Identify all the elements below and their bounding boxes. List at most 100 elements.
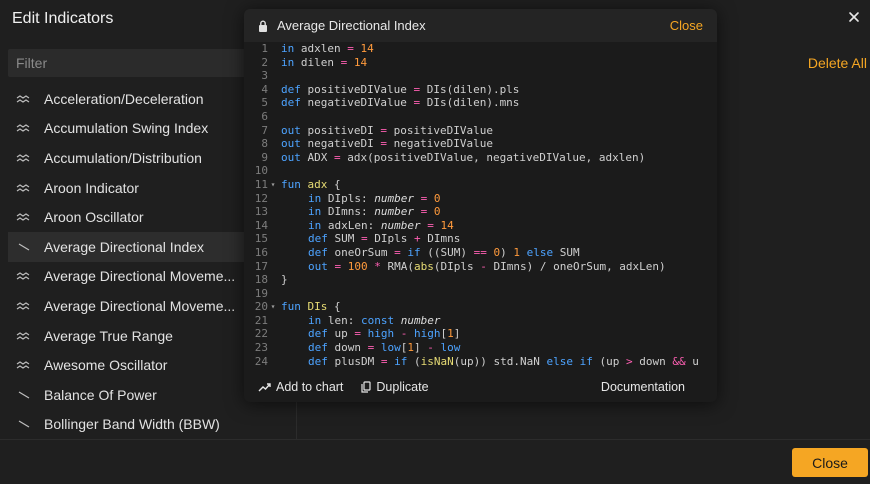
code-token: = (334, 150, 341, 164)
code-token: DIs(dilen).mns (420, 96, 520, 110)
indicator-name: Accumulation Swing Index (44, 120, 209, 137)
code-line: 17 out = 100 * RMA(abs(DIpls - DImns) / o… (244, 260, 717, 274)
code-token: def (281, 96, 301, 110)
fold-gutter (268, 314, 278, 328)
code-token: def (308, 245, 328, 259)
code-token: ( (407, 354, 421, 368)
code-token: = (394, 245, 401, 259)
line-number: 6 (261, 109, 268, 123)
indicator-line-icon (18, 391, 30, 399)
code-line: 15 def SUM = DIpls + DImns (244, 232, 717, 246)
code-token: oneOrSum (327, 245, 395, 259)
line-number: 5 (261, 96, 268, 110)
code-token: len: (321, 313, 361, 327)
code-text: out negativeDI = negativeDIValue (281, 137, 493, 151)
code-token: 0 (433, 191, 441, 205)
code-token: down (632, 354, 673, 368)
line-number: 10 (254, 164, 268, 178)
code-token: else (546, 354, 573, 368)
indicator-line-icon (16, 154, 30, 162)
fold-gutter (268, 56, 278, 70)
code-token: adxlen (294, 42, 348, 55)
add-to-chart-button[interactable]: Add to chart (258, 380, 343, 394)
code-text: out = 100 * RMA(abs(DIpls - DImns) / one… (281, 260, 666, 274)
popup-close-button[interactable]: Close (670, 18, 703, 33)
code-token: positiveDIValue (386, 123, 493, 137)
code-editor[interactable]: 1 in adxlen = 14 2 in dilen = 14 3 4 def posit… (244, 42, 717, 372)
code-token: def (308, 341, 328, 355)
close-button[interactable]: Close (792, 448, 868, 477)
code-token: ADX (300, 150, 334, 164)
code-token: DImns (420, 232, 461, 246)
fold-gutter (268, 96, 278, 110)
code-token: if (394, 354, 408, 368)
code-line: 18} (244, 273, 717, 287)
fold-gutter (268, 137, 278, 151)
code-token: adx (307, 177, 328, 191)
line-number: 14 (254, 218, 268, 232)
line-number: 23 (254, 341, 268, 355)
code-token: DImns: (321, 205, 375, 219)
fold-arrow-icon[interactable]: ▾ (268, 178, 278, 192)
indicator-list-item[interactable]: Bollinger Band Width (BBW) (8, 410, 296, 440)
code-token: 14 (440, 218, 454, 232)
code-line: 5 def negativeDIValue = DIs(dilen).mns (244, 96, 717, 110)
code-line: 8 out negativeDI = negativeDIValue (244, 137, 717, 151)
code-token: SUM (553, 245, 580, 259)
line-number: 15 (254, 232, 268, 246)
indicator-name: Average True Range (44, 327, 173, 344)
indicator-name: Aroon Oscillator (44, 209, 144, 226)
code-token: def (308, 232, 328, 246)
code-token: if (407, 245, 421, 259)
fold-gutter (268, 151, 278, 165)
code-token: - (427, 341, 434, 355)
documentation-link[interactable]: Documentation (601, 380, 685, 394)
fold-arrow-icon[interactable]: ▾ (268, 300, 278, 314)
code-line: 12 in DIpls: number = 0 (244, 192, 717, 206)
code-line: 4 def positiveDIValue = DIs(dilen).pls (244, 83, 717, 97)
code-token: u (685, 354, 699, 368)
code-token: } (281, 273, 288, 287)
line-number: 11 (254, 177, 268, 191)
popup-footer: Add to chart Duplicate Documentation (244, 372, 717, 402)
code-token: in (308, 205, 322, 219)
indicator-line-icon (18, 243, 30, 251)
close-icon[interactable] (846, 9, 862, 25)
code-text: def negativeDIValue = DIs(dilen).mns (281, 96, 519, 110)
delete-all-button[interactable]: Delete All (808, 55, 867, 71)
duplicate-button[interactable]: Duplicate (361, 380, 429, 394)
line-number: 21 (254, 313, 268, 327)
duplicate-label: Duplicate (376, 380, 429, 394)
code-token: 100 (347, 259, 368, 273)
code-token: * (374, 259, 381, 273)
line-number: 24 (254, 354, 268, 368)
line-number: 12 (254, 191, 268, 205)
popup-header: Average Directional Index Close (244, 9, 717, 42)
code-token: = (347, 42, 354, 55)
code-token: 0 (433, 205, 441, 219)
chart-line-icon (258, 383, 271, 392)
code-token: negativeDIValue (300, 96, 414, 110)
filter-input[interactable] (8, 49, 256, 77)
indicator-line-icon (16, 331, 30, 340)
code-line: 20 ▾ fun DIs { (244, 300, 717, 314)
code-token: up (327, 327, 355, 341)
code-text: def oneOrSum = if ((SUM) == 0) 1 else SU… (281, 246, 580, 260)
code-line: 7 out positiveDI = positiveDIValue (244, 124, 717, 138)
code-line: 22 def up = high - high[1] (244, 327, 717, 341)
code-text: def plusDM = if (isNaN(up)) std.NaN else… (281, 355, 699, 369)
indicator-line-icon (16, 124, 30, 133)
code-line: 1 in adxlen = 14 (244, 42, 717, 56)
code-token: isNaN (420, 354, 454, 368)
fold-gutter (268, 192, 278, 206)
code-token: DIpls (367, 232, 414, 246)
code-token: in (308, 313, 322, 327)
code-token: negativeDI (300, 137, 381, 151)
code-token: abs (414, 259, 434, 273)
